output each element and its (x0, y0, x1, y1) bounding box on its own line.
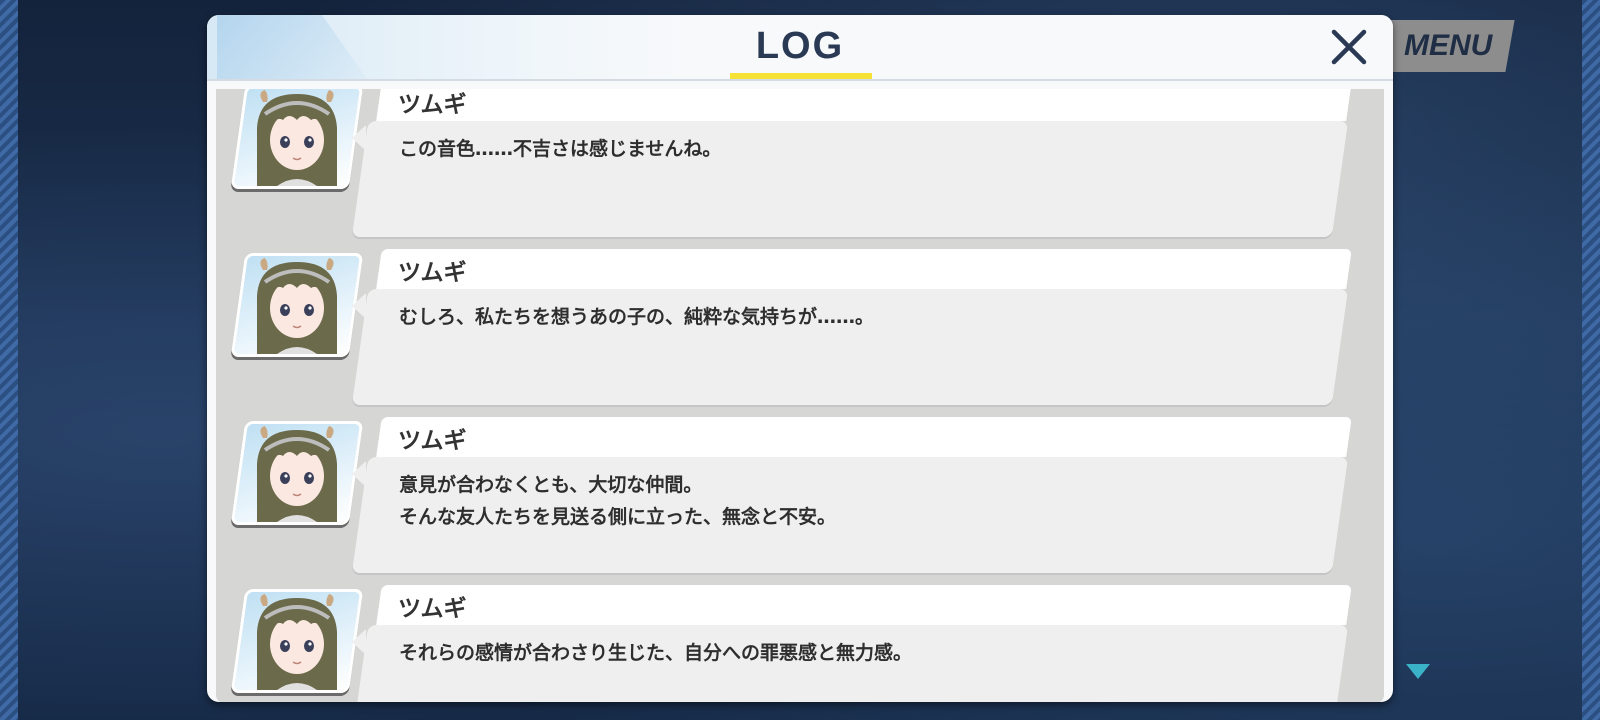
speaker-name: ツムギ (398, 260, 467, 286)
menu-button[interactable]: MENU (1381, 20, 1515, 72)
name-bar (376, 89, 1352, 121)
log-list[interactable]: ツムギ この音色……不吉さは感じませんね。 ツムギ むしろ、私たちを想うあの子の… (216, 89, 1384, 702)
speaker-portrait (230, 421, 364, 525)
character-portrait-icon (257, 90, 337, 186)
bubble-tail (352, 293, 366, 319)
log-entry: ツムギ それらの感情が合わさり生じた、自分への罪悪感と無力感。 (216, 585, 1384, 702)
bubble-tail (352, 629, 366, 655)
message-text: それらの感情が合わさり生じた、自分への罪悪感と無力感。 (399, 637, 1299, 669)
message-text: この音色……不吉さは感じませんね。 (399, 133, 1299, 165)
speaker-name: ツムギ (398, 92, 467, 118)
log-title: LOG (755, 25, 845, 67)
close-icon (1331, 29, 1367, 65)
character-portrait-icon (257, 258, 337, 354)
bubble-tail (352, 125, 366, 151)
speaker-portrait (230, 253, 364, 357)
log-entry: ツムギ 意見が合わなくとも、大切な仲間。そんな友人たちを見送る側に立った、無念と… (216, 417, 1384, 579)
character-portrait-icon (257, 594, 337, 690)
message-text: 意見が合わなくとも、大切な仲間。そんな友人たちを見送る側に立った、無念と不安。 (399, 469, 1299, 533)
speaker-portrait (230, 89, 364, 189)
name-bar (376, 585, 1352, 625)
speaker-name: ツムギ (398, 428, 467, 454)
down-arrow-icon[interactable] (1406, 664, 1430, 679)
title-underline (730, 73, 872, 79)
message-text: むしろ、私たちを想うあの子の、純粋な気持ちが……。 (399, 301, 1299, 333)
right-border-stripe (1582, 0, 1600, 720)
bubble-tail (352, 461, 366, 487)
name-bar (376, 417, 1352, 457)
log-header: LOG (207, 15, 1393, 81)
close-button[interactable] (1329, 27, 1369, 67)
log-entry: ツムギ この音色……不吉さは感じませんね。 (216, 89, 1384, 243)
speaker-name: ツムギ (398, 596, 467, 622)
speaker-portrait (230, 589, 364, 693)
message-line: むしろ、私たちを想うあの子の、純粋な気持ちが……。 (399, 306, 875, 328)
left-border-stripe (0, 0, 18, 720)
message-line: そんな友人たちを見送る側に立った、無念と不安。 (399, 506, 837, 528)
log-entry: ツムギ むしろ、私たちを想うあの子の、純粋な気持ちが……。 (216, 249, 1384, 411)
name-bar (376, 249, 1352, 289)
message-line: 意見が合わなくとも、大切な仲間。 (399, 474, 703, 496)
message-line: この音色……不吉さは感じませんね。 (399, 138, 722, 160)
character-portrait-icon (257, 426, 337, 522)
log-window: LOG ツムギ この音色……不吉さは感じませんね。 ツムギ むしろ、私たちを想う… (207, 15, 1393, 702)
message-line: それらの感情が合わさり生じた、自分への罪悪感と無力感。 (399, 642, 913, 664)
menu-label: MENU (1403, 29, 1493, 62)
